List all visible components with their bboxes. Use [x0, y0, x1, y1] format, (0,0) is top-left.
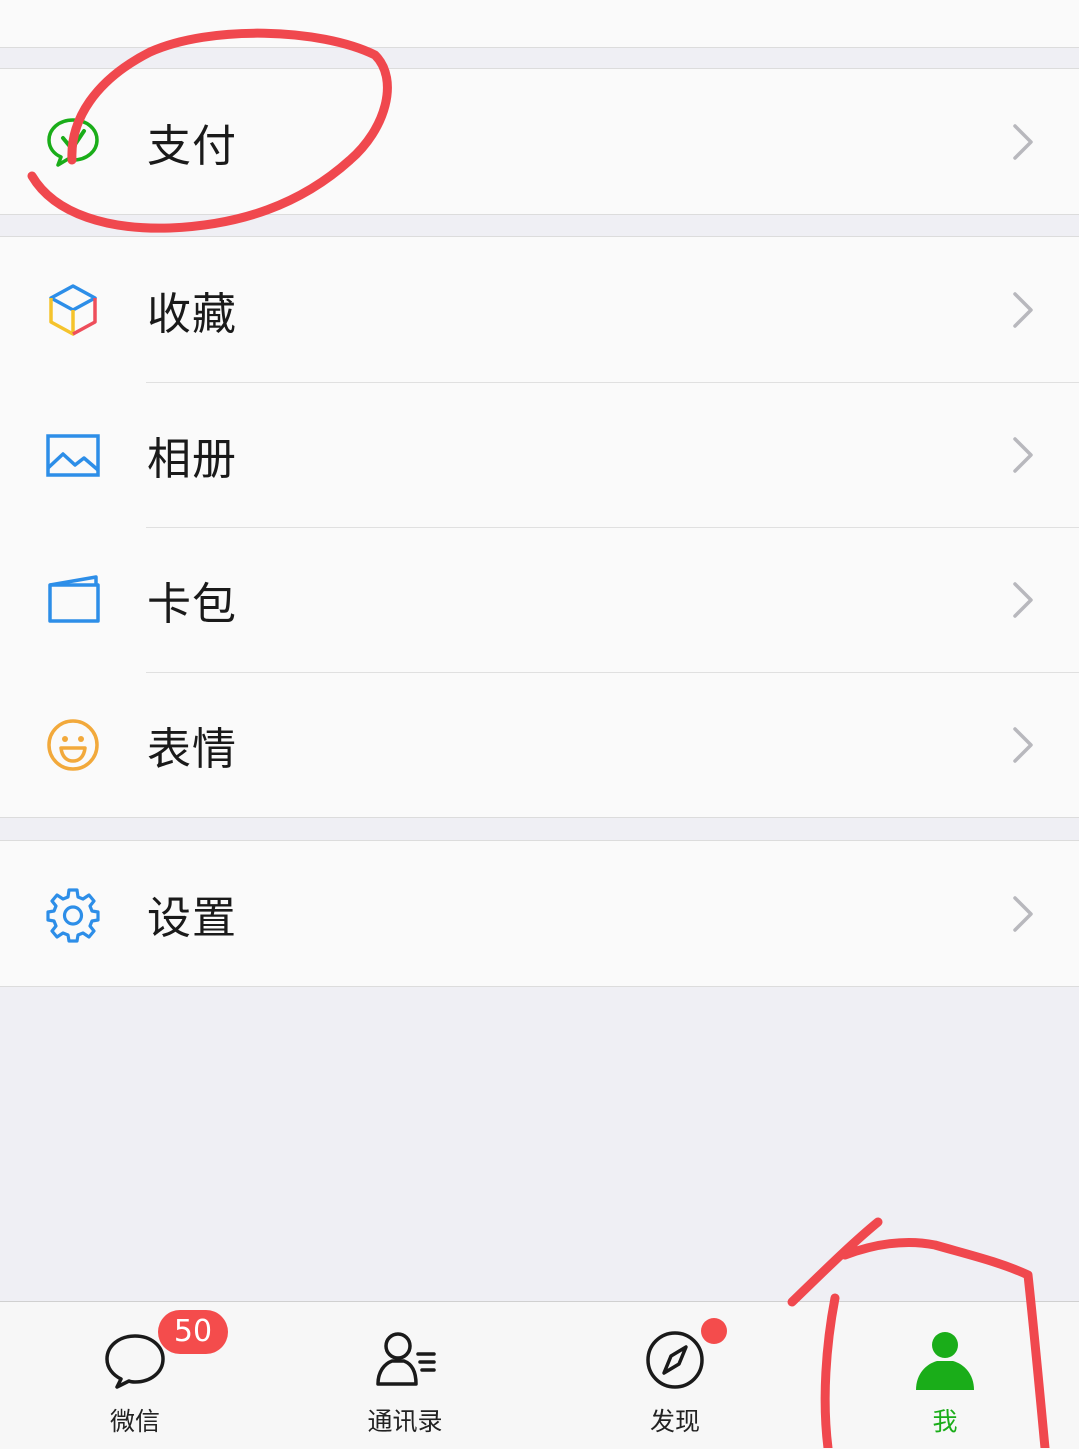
contacts-icon: [370, 1328, 440, 1392]
tab-me-label: 我: [932, 1407, 958, 1436]
menu-item-wallet-label: 卡包: [147, 578, 237, 630]
features-group: 收藏 相册 卡包 表情: [0, 236, 1079, 818]
person-icon: [910, 1328, 980, 1392]
tab-discover-label: 发现: [649, 1407, 700, 1436]
profile-header-remnant: [0, 0, 1079, 48]
menu-item-favorites[interactable]: 收藏: [0, 237, 1079, 382]
compass-icon: [640, 1328, 710, 1392]
gear-icon: [44, 885, 102, 943]
photo-icon: [44, 426, 102, 484]
tab-chats[interactable]: 50 微信: [0, 1302, 270, 1449]
notification-dot: [701, 1318, 727, 1344]
tab-discover[interactable]: 发现: [540, 1302, 810, 1449]
menu-item-settings[interactable]: 设置: [0, 841, 1079, 986]
chevron-right-icon: [1011, 894, 1035, 934]
menu-item-stickers[interactable]: 表情: [0, 672, 1079, 817]
cube-icon: [44, 281, 102, 339]
menu-item-album[interactable]: 相册: [0, 382, 1079, 527]
chevron-right-icon: [1011, 725, 1035, 765]
menu-item-pay-label: 支付: [147, 120, 237, 172]
pay-group: 支付: [0, 68, 1079, 215]
tab-me[interactable]: 我: [810, 1302, 1079, 1449]
wechat-pay-icon: [44, 113, 102, 171]
smile-icon: [44, 716, 102, 774]
tab-contacts[interactable]: 通讯录: [270, 1302, 540, 1449]
menu-item-stickers-label: 表情: [147, 723, 237, 775]
menu-item-album-label: 相册: [147, 433, 237, 485]
chevron-right-icon: [1011, 580, 1035, 620]
menu-item-favorites-label: 收藏: [147, 288, 237, 340]
chevron-right-icon: [1011, 435, 1035, 475]
unread-count-badge: 50: [158, 1310, 228, 1354]
tab-contacts-label: 通讯录: [367, 1407, 443, 1436]
menu-item-wallet[interactable]: 卡包: [0, 527, 1079, 672]
settings-group: 设置: [0, 840, 1079, 987]
tab-chats-label: 微信: [109, 1407, 160, 1436]
bottom-tab-bar: 50 微信 通讯录 发现 我: [0, 1301, 1079, 1449]
menu-item-settings-label: 设置: [147, 892, 237, 944]
chevron-right-icon: [1011, 122, 1035, 162]
chevron-right-icon: [1011, 290, 1035, 330]
menu-item-pay[interactable]: 支付: [0, 69, 1079, 214]
card-icon: [44, 571, 102, 629]
